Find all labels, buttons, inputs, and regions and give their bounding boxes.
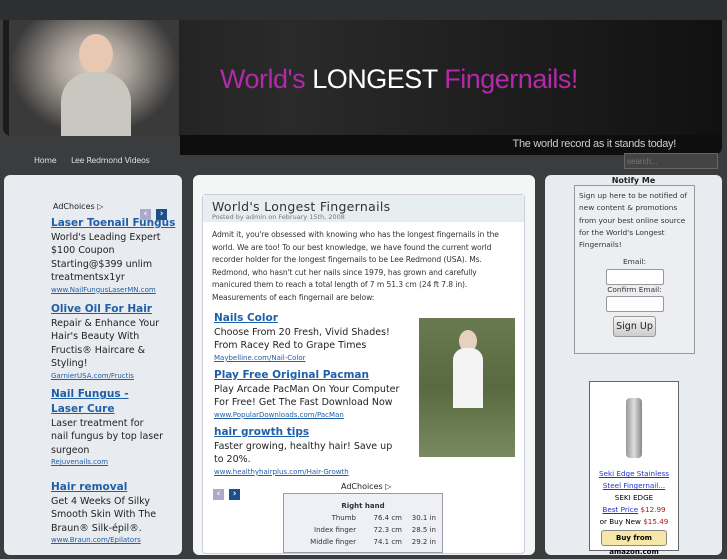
header-banner: World's LONGEST Fingernails! bbox=[3, 20, 722, 136]
ad-item[interactable]: hair growth tips Faster growing, healthy … bbox=[214, 425, 394, 478]
site-title: World's LONGEST Fingernails! bbox=[220, 64, 578, 94]
notify-form: Sign up here to be notified of new conte… bbox=[574, 185, 695, 354]
ad-item[interactable]: Play Free Original Pacman Play Arcade Pac… bbox=[214, 368, 404, 421]
notify-text: Sign up here to be notified of new conte… bbox=[579, 191, 688, 250]
post-meta: Posted by admin on February 15th, 2008 bbox=[212, 213, 345, 221]
ad-item[interactable]: Laser Toenail Fungus World's Leading Expe… bbox=[51, 216, 176, 296]
post-header: World's Longest Fingernails Posted by ad… bbox=[203, 195, 524, 222]
top-bar bbox=[0, 0, 727, 20]
next-arrow-icon[interactable]: › bbox=[229, 489, 241, 500]
left-sidebar: AdChoices ▷ ‹ › Laser Toenail Fungus Worl… bbox=[4, 175, 182, 555]
nav-lee-redmond-videos[interactable]: Lee Redmond Videos bbox=[71, 156, 150, 165]
amazon-widget: Seki Edge Stainless Steel Fingernail... … bbox=[589, 381, 679, 556]
table-row: Index finger 72.3 cm 28.5 in bbox=[314, 526, 436, 534]
post-title[interactable]: World's Longest Fingernails bbox=[212, 200, 515, 213]
sign-up-button[interactable]: Sign Up bbox=[613, 316, 656, 338]
email-label: Email: bbox=[623, 257, 646, 267]
confirm-email-label: Confirm Email: bbox=[607, 284, 662, 294]
prev-arrow-icon[interactable]: ‹ bbox=[213, 489, 224, 500]
measurements-table: Right hand Thumb 76.4 cm 30.1 in Index fin… bbox=[283, 493, 443, 553]
post-body: Admit it, you're obsessed with knowing w… bbox=[212, 230, 499, 302]
product-link[interactable]: Seki Edge Stainless Steel Fingernail... bbox=[590, 468, 678, 492]
product-brand: SEKI EDGE bbox=[614, 493, 654, 502]
product-image[interactable] bbox=[626, 398, 642, 458]
table-row: Thumb 76.4 cm 30.1 in bbox=[331, 514, 436, 522]
email-field[interactable] bbox=[605, 268, 664, 285]
buy-from-amazon-button[interactable]: Buy from amazon.com bbox=[601, 530, 667, 556]
adchoices-label[interactable]: AdChoices ▷ bbox=[341, 482, 391, 491]
tagline: The world record as it stands today! bbox=[512, 138, 677, 150]
ad-item[interactable]: Nails Color Choose From 20 Fresh, Vivid S… bbox=[214, 311, 404, 364]
notify-title: Notify Me bbox=[611, 176, 656, 185]
confirm-email-field[interactable] bbox=[605, 296, 664, 313]
ad-nav: ‹ › bbox=[213, 481, 241, 500]
adchoices-label[interactable]: AdChoices ▷ bbox=[53, 202, 103, 211]
new-price: or Buy New $15.49 bbox=[599, 517, 669, 526]
ad-item[interactable]: Olive Oil For Hair Repair & Enhance Your … bbox=[51, 302, 176, 382]
nav-home[interactable]: Home bbox=[34, 156, 57, 165]
lee-redmond-photo bbox=[419, 318, 515, 457]
search-input[interactable] bbox=[624, 153, 718, 169]
ad-item[interactable]: Nail Fungus - Laser Cure Laser treatment … bbox=[51, 387, 163, 468]
ad-item[interactable]: Hair removal Get 4 Weeks Of Silky Smooth … bbox=[51, 480, 176, 546]
table-row: Middle finger 74.1 cm 29.2 in bbox=[310, 538, 436, 546]
lee-redmond-photo bbox=[9, 20, 179, 136]
tagline-strip: The world record as it stands today! bbox=[180, 135, 722, 155]
best-price[interactable]: Best Price $12.99 bbox=[590, 504, 678, 516]
